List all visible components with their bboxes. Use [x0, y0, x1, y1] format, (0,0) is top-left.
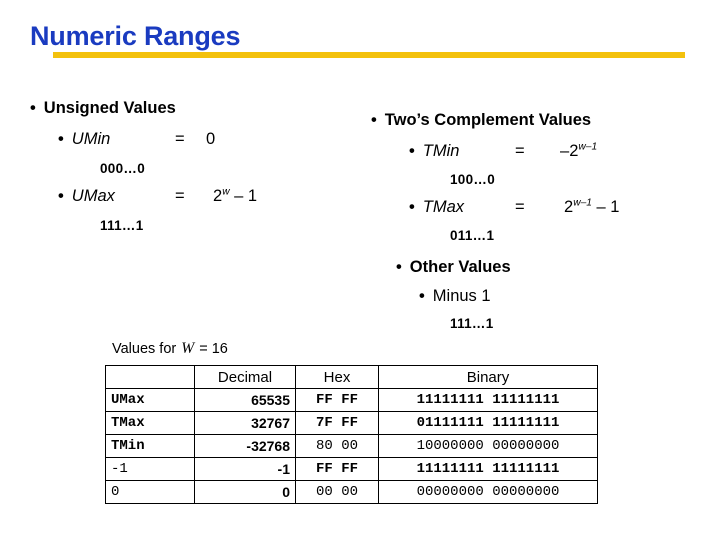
- umax-label: UMax: [58, 187, 115, 205]
- umax-value: 2w – 1: [213, 186, 258, 205]
- table-row: 0 0 00 00 00000000 00000000: [105, 480, 598, 504]
- row-label: 0: [105, 480, 195, 504]
- table-row: TMin -32768 80 00 10000000 00000000: [105, 434, 598, 458]
- row-binary: 00000000 00000000: [378, 480, 598, 504]
- row-hex: FF FF: [295, 388, 379, 412]
- tmax-bit-pattern: 011…1: [450, 228, 495, 243]
- minus-one-row: Minus 1: [419, 288, 491, 305]
- table-row: TMax 32767 7F FF 01111111 11111111: [105, 411, 598, 435]
- table-caption: Values for W = 16: [112, 340, 228, 358]
- tmin-equals: =: [515, 142, 525, 160]
- umax-equals: =: [175, 187, 185, 205]
- row-decimal: 32767: [194, 411, 296, 435]
- umin-bit-pattern: 000…0: [100, 161, 146, 176]
- row-label: -1: [105, 457, 195, 481]
- row-decimal: 65535: [194, 388, 296, 412]
- umin-label: UMin: [58, 130, 111, 148]
- page-title: Numeric Ranges: [30, 21, 241, 51]
- row-label: TMin: [105, 434, 195, 458]
- row-hex: 00 00: [295, 480, 379, 504]
- unsigned-values-heading: Unsigned Values: [30, 100, 176, 117]
- minus-one-label: Minus 1: [419, 287, 491, 305]
- tmax-value: 2w–1 – 1: [564, 197, 620, 216]
- minus-one-bit-pattern: 111…1: [450, 316, 494, 331]
- title-underline-rule: [53, 52, 685, 58]
- row-hex: 80 00: [295, 434, 379, 458]
- numeric-ranges-table: Decimal Hex Binary UMax 65535 FF FF 1111…: [105, 365, 598, 504]
- umax-bit-pattern: 111…1: [100, 218, 144, 233]
- row-decimal: -32768: [194, 434, 296, 458]
- umin-value: 0: [206, 130, 216, 148]
- tmin-label: TMin: [409, 142, 460, 160]
- row-label: TMax: [105, 411, 195, 435]
- caption-variable: W: [181, 340, 195, 357]
- row-label: UMax: [105, 388, 195, 412]
- umin-row: UMin = 0: [58, 130, 215, 148]
- table-header-row: Decimal Hex Binary: [105, 365, 598, 389]
- twos-complement-heading: Two’s Complement Values: [371, 112, 591, 129]
- row-hex: FF FF: [295, 457, 379, 481]
- other-values-heading: Other Values: [396, 259, 511, 276]
- table-header-hex: Hex: [295, 365, 379, 389]
- tmax-label: TMax: [409, 198, 464, 216]
- row-binary: 11111111 11111111: [378, 388, 598, 412]
- umax-row: UMax = 2w – 1: [58, 187, 257, 205]
- umin-equals: =: [175, 130, 185, 148]
- row-decimal: 0: [194, 480, 296, 504]
- table-header-decimal: Decimal: [194, 365, 296, 389]
- tmin-bit-pattern: 100…0: [450, 172, 496, 187]
- tmin-value: –2w–1: [560, 141, 598, 160]
- row-binary: 01111111 11111111: [378, 411, 598, 435]
- row-hex: 7F FF: [295, 411, 379, 435]
- row-decimal: -1: [194, 457, 296, 481]
- table-row: -1 -1 FF FF 11111111 11111111: [105, 457, 598, 481]
- tmax-row: TMax = 2w–1 – 1: [409, 198, 620, 216]
- row-binary: 10000000 00000000: [378, 434, 598, 458]
- caption-prefix: Values for: [112, 341, 181, 357]
- row-binary: 11111111 11111111: [378, 457, 598, 481]
- tmax-equals: =: [515, 198, 525, 216]
- table-header-binary: Binary: [378, 365, 598, 389]
- caption-suffix: = 16: [195, 341, 228, 357]
- table-row: UMax 65535 FF FF 11111111 11111111: [105, 388, 598, 412]
- tmin-row: TMin = –2w–1: [409, 142, 597, 160]
- table-header-blank: [105, 365, 195, 389]
